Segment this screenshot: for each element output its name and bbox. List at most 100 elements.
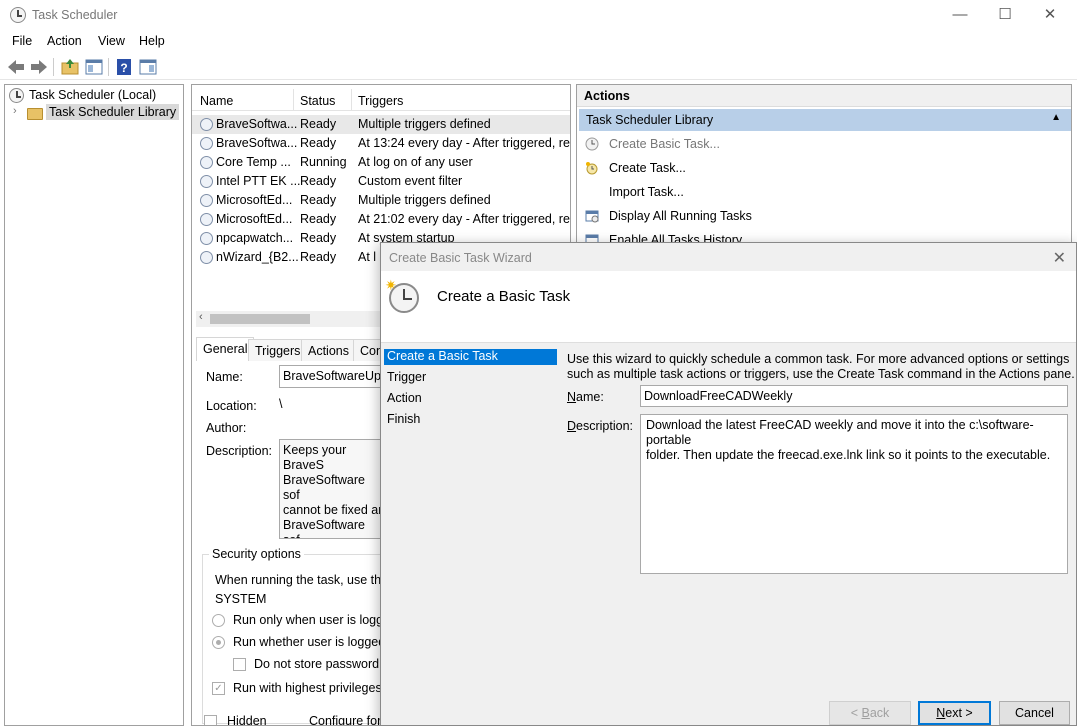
run-whether-logged-on-radio[interactable]: [212, 636, 225, 649]
task-clock-icon: [200, 251, 213, 264]
security-account-value: SYSTEM: [215, 592, 267, 606]
wizard-close-button[interactable]: ✕: [1053, 248, 1066, 268]
tree-node-task-scheduler-local[interactable]: Task Scheduler (Local): [29, 88, 156, 102]
wizard-step-finish: Finish: [387, 412, 421, 426]
menu-bar: File Action View Help: [0, 31, 1077, 53]
menu-action[interactable]: Action: [47, 34, 82, 48]
description-line: cannot be fixed ar: [283, 503, 383, 517]
task-clock-icon: [200, 213, 213, 226]
location-value: \: [279, 397, 283, 411]
display-running-tasks-icon: [585, 209, 599, 223]
highest-privileges-label: Run with highest privileges: [233, 681, 382, 695]
wizard-header: ✷ Create a Basic Task: [381, 271, 1076, 343]
do-not-store-password-checkbox[interactable]: [233, 658, 246, 671]
task-trigger: Custom event filter: [358, 174, 463, 188]
wizard-step-action: Action: [387, 391, 422, 405]
create-basic-task-icon: [585, 137, 599, 151]
forward-arrow-icon[interactable]: [28, 56, 50, 78]
task-trigger: At l: [358, 250, 377, 264]
next-button[interactable]: Next >: [918, 701, 991, 725]
task-name: MicrosoftEd...: [216, 212, 293, 226]
task-description-field[interactable]: Keeps your BraveS BraveSoftware sof cann…: [279, 439, 389, 539]
task-clock-icon: [200, 175, 213, 188]
table-row[interactable]: BraveSoftwa... Ready Multiple triggers d…: [192, 115, 570, 134]
column-header-name[interactable]: Name: [200, 94, 233, 108]
table-row[interactable]: BraveSoftwa... Ready At 13:24 every day …: [192, 134, 571, 153]
task-status: Ready: [300, 212, 337, 226]
wizard-step-create-basic-task: Create a Basic Task: [384, 349, 557, 365]
task-trigger: At 21:02 every day - After triggered, re…: [358, 212, 571, 226]
action-create-task[interactable]: Create Task...: [609, 161, 686, 175]
back-button[interactable]: < Back: [829, 701, 911, 725]
create-basic-task-wizard-dialog: Create Basic Task Wizard ✕ ✷ Create a Ba…: [380, 242, 1077, 726]
expand-chevron-icon[interactable]: ›: [13, 105, 17, 117]
menu-file[interactable]: File: [12, 34, 32, 48]
security-options-title: Security options: [209, 547, 304, 561]
description-label-text: escription:: [576, 419, 634, 433]
toolbar-separator: [108, 58, 109, 76]
task-name: BraveSoftwa...: [216, 136, 298, 150]
tree-node-task-scheduler-library[interactable]: Task Scheduler Library: [46, 104, 180, 120]
task-name: nWizard_{B2...: [216, 250, 299, 264]
title-bar: Task Scheduler — ☐ ✕: [0, 0, 1077, 31]
minimize-button[interactable]: —: [937, 4, 983, 26]
task-status: Ready: [300, 174, 337, 188]
highest-privileges-checkbox[interactable]: ✓: [212, 682, 225, 695]
wizard-description-textarea[interactable]: Download the latest FreeCAD weekly and m…: [640, 414, 1068, 574]
cancel-button[interactable]: Cancel: [999, 701, 1070, 725]
task-name-field[interactable]: BraveSoftwareUpd: [279, 365, 389, 388]
create-task-icon: [585, 161, 599, 175]
up-folder-icon[interactable]: [59, 56, 81, 78]
description-label-accesskey: D: [567, 419, 577, 433]
menu-view[interactable]: View: [98, 34, 125, 48]
task-trigger: Multiple triggers defined: [358, 193, 491, 207]
back-arrow-icon[interactable]: [5, 56, 27, 78]
wizard-intro-text: Use this wizard to quickly schedule a co…: [567, 352, 1075, 382]
toolbar: ?: [0, 53, 1077, 80]
collapse-arrow-icon[interactable]: ▲: [1051, 112, 1061, 123]
name-label-accesskey: N: [567, 390, 577, 404]
help-icon[interactable]: ?: [113, 56, 135, 78]
hidden-checkbox[interactable]: [204, 715, 217, 725]
action-create-basic-task[interactable]: Create Basic Task...: [609, 137, 720, 151]
column-header-status[interactable]: Status: [300, 94, 335, 108]
table-row[interactable]: MicrosoftEd... Ready At 21:02 every day …: [192, 210, 571, 229]
tab-general[interactable]: General: [196, 337, 255, 361]
show-hide-action-pane-icon[interactable]: [137, 56, 159, 78]
scroll-left-arrow-icon[interactable]: ‹: [199, 311, 203, 323]
task-scheduler-app-icon: [10, 7, 26, 23]
run-whether-logged-on-label: Run whether user is logged: [233, 635, 386, 649]
action-import-task[interactable]: Import Task...: [609, 185, 684, 199]
tab-triggers[interactable]: Triggers: [248, 339, 308, 361]
close-window-button[interactable]: ✕: [1027, 4, 1073, 26]
task-trigger: Multiple triggers defined: [358, 117, 491, 131]
task-status: Ready: [300, 117, 337, 131]
console-tree: Task Scheduler (Local) › Task Scheduler …: [4, 84, 184, 726]
window-title: Task Scheduler: [32, 8, 118, 22]
table-row[interactable]: Intel PTT EK ... Ready Custom event filt…: [192, 172, 570, 191]
next-button-label: ext >: [945, 706, 973, 720]
task-clock-icon: [200, 156, 213, 169]
name-label: Name:: [206, 370, 243, 384]
run-only-logged-on-label: Run only when user is logge: [233, 613, 391, 627]
scrollbar-thumb[interactable]: [210, 314, 310, 324]
action-display-all-running-tasks[interactable]: Display All Running Tasks: [609, 209, 752, 223]
column-header-triggers[interactable]: Triggers: [358, 94, 403, 108]
wizard-step-trigger: Trigger: [387, 370, 427, 384]
menu-help[interactable]: Help: [139, 34, 165, 48]
task-trigger: At 13:24 every day - After triggered, re…: [358, 136, 571, 150]
task-name: MicrosoftEd...: [216, 193, 293, 207]
run-only-logged-on-radio[interactable]: [212, 614, 225, 627]
tab-actions[interactable]: Actions: [301, 339, 356, 361]
wizard-name-input[interactable]: DownloadFreeCADWeekly: [640, 385, 1068, 407]
table-row[interactable]: Core Temp ... Running At log on of any u…: [192, 153, 570, 172]
task-status: Running: [300, 155, 347, 169]
maximize-button[interactable]: ☐: [982, 4, 1028, 26]
task-status: Ready: [300, 231, 337, 245]
description-line: Keeps your BraveS: [283, 443, 347, 472]
description-line: folder. Then update the freecad.exe.lnk …: [646, 448, 1051, 462]
show-hide-console-tree-icon[interactable]: [83, 56, 105, 78]
back-button-arrow: <: [850, 706, 862, 720]
table-row[interactable]: MicrosoftEd... Ready Multiple triggers d…: [192, 191, 570, 210]
actions-section-task-scheduler-library[interactable]: Task Scheduler Library ▲: [579, 109, 1071, 131]
